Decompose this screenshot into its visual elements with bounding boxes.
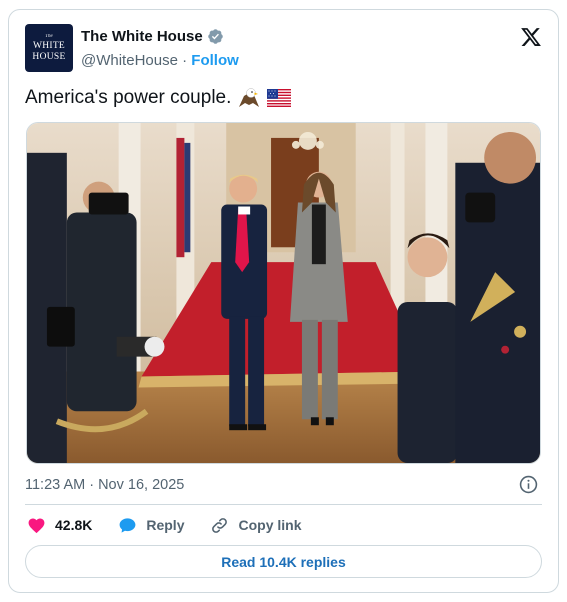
reply-label: Reply [146,517,185,533]
avatar[interactable]: The WHITE HOUSE [25,24,73,72]
divider [25,504,542,505]
action-bar: 42.8K Reply Copy link [27,514,328,536]
separator: · [182,52,188,69]
tweet-text: America's power couple. [25,87,292,109]
handle[interactable]: @WhiteHouse [81,52,178,69]
read-replies-button[interactable]: Read 10.4K replies [25,545,542,578]
copy-link-button[interactable]: Copy link [210,516,302,535]
link-icon [212,517,228,533]
reply-button[interactable]: Reply [118,516,184,535]
copy-link-label: Copy link [238,517,302,533]
like-count: 42.8K [55,517,93,533]
heart-icon [28,518,45,533]
avatar-text-top: The [45,34,53,39]
like-button[interactable]: 42.8K [27,516,92,535]
avatar-text-line1: WHITE [32,41,66,51]
tweet-text-content: America's power couple. [25,87,232,108]
speech-bubble-icon [119,517,136,533]
us-flag-emoji-icon [267,89,292,107]
display-name[interactable]: The White House [81,28,203,45]
eagle-emoji-icon [239,88,260,107]
photo-illustration [27,123,540,463]
tweet-photo[interactable] [26,122,541,464]
tweet-card: The WHITE HOUSE The White House @WhiteHo… [8,9,559,593]
name-row: The White House [81,28,224,45]
info-icon[interactable] [519,475,538,494]
follow-button[interactable]: Follow [191,52,239,69]
timestamp[interactable]: 11:23 AM · Nov 16, 2025 [25,477,184,493]
verified-badge-icon [207,29,223,44]
handle-row: @WhiteHouse · Follow [81,52,239,69]
x-logo-icon[interactable] [520,26,542,48]
avatar-text-line2: HOUSE [32,51,66,62]
